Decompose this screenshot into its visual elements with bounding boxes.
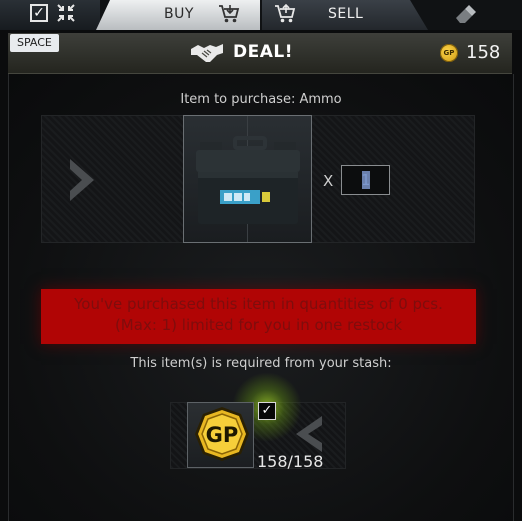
- tab-buy[interactable]: BUY: [96, 0, 260, 30]
- collapse-icon[interactable]: [56, 3, 76, 25]
- deal-title: DEAL!: [233, 42, 293, 62]
- item-slot-ammo[interactable]: [183, 115, 312, 243]
- required-items-label: This item(s) is required from your stash…: [130, 356, 392, 371]
- gp-coin-icon: GP: [195, 407, 249, 461]
- warning-line-1: You've purchased this item in quantities…: [74, 295, 443, 313]
- tab-buy-label: BUY: [164, 6, 194, 22]
- tab-sell-label: SELL: [328, 6, 364, 22]
- cart-icon: [275, 4, 296, 23]
- eraser-icon[interactable]: [452, 5, 478, 23]
- checkbox-icon[interactable]: ✓: [30, 4, 48, 22]
- deal-header: SPACE DEAL! GP 158: [8, 33, 512, 74]
- requirement-checkbox[interactable]: ✓: [258, 402, 276, 420]
- multiplier-x: X: [323, 172, 334, 190]
- gp-coin-text: GP: [206, 423, 239, 447]
- collapse-arrows-icon: [57, 4, 75, 22]
- item-to-purchase-label: Item to purchase: Ammo: [180, 92, 342, 107]
- chevron-left-icon[interactable]: [290, 413, 326, 455]
- gp-coin-icon: GP: [440, 44, 458, 62]
- text-selection-caret: [362, 171, 370, 189]
- requirement-count: 158/158: [257, 452, 324, 471]
- chevron-right-icon[interactable]: [66, 155, 100, 205]
- tab-sell[interactable]: SELL: [262, 0, 428, 30]
- top-toolbar: ✓ BUY SELL: [0, 0, 522, 30]
- toolbar-left-tools: ✓: [0, 0, 100, 30]
- handshake-icon: [191, 44, 223, 62]
- warning-line-2: (Max: 1) limited for you in one restock: [114, 316, 403, 334]
- gp-balance: 158: [466, 42, 501, 63]
- space-key-hint[interactable]: SPACE: [10, 34, 59, 52]
- purchase-limit-warning: You've purchased this item in quantities…: [41, 289, 476, 344]
- ammo-box-icon: [196, 136, 300, 224]
- cart-icon: [219, 5, 240, 23]
